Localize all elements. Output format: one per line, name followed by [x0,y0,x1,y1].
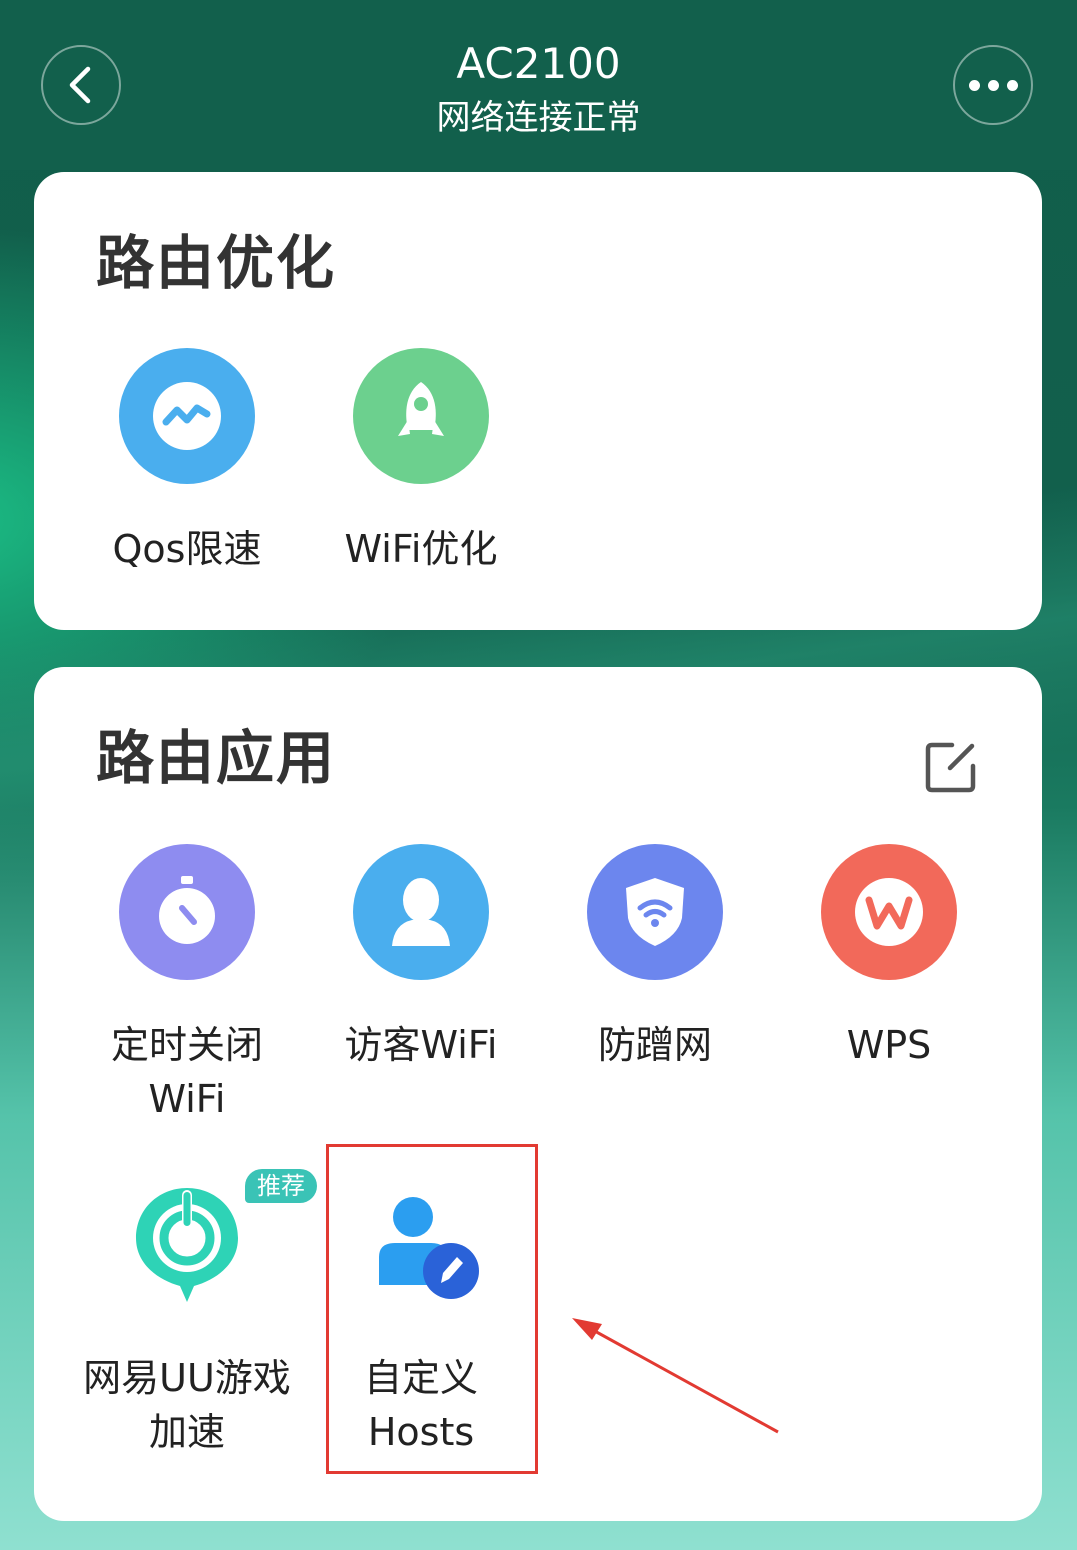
more-dots-icon [968,79,1018,91]
wps-label: WPS [846,1023,932,1067]
optimize-section-title: 路由优化 [96,229,337,297]
uu-accelerator-item[interactable]: 推荐 网易UU游戏 加速 [72,1169,317,1459]
timed-off-wifi-item[interactable]: 定时关闭 WiFi [72,844,302,1126]
anti-leech-label: 防蹭网 [597,1023,712,1067]
qos-label: Qos限速 [112,527,262,571]
uu-accelerator-icon: 推荐 [119,1169,317,1313]
guest-user-icon [353,844,489,980]
qos-item[interactable]: Qos限速 [72,348,302,576]
more-button[interactable] [953,45,1033,125]
timer-icon [119,844,255,980]
app-header: AC2100 网络连接正常 [0,0,1077,170]
wps-item[interactable]: WPS [774,844,1004,1072]
uu-accelerator-label: 网易UU游戏 加速 [83,1356,291,1454]
apps-card: 路由应用 定时关闭 WiFi 访客WiFi 防蹭网 WPS 推荐 网易UU游戏 … [34,667,1042,1521]
speed-chart-icon [119,348,255,484]
anti-leech-item[interactable]: 防蹭网 [540,844,770,1072]
timed-off-wifi-label: 定时关闭 WiFi [110,1023,263,1121]
wps-icon [821,844,957,980]
connection-status: 网络连接正常 [436,98,641,138]
page-title: AC2100 [456,39,621,88]
optimize-card: 路由优化 Qos限速 WiFi优化 [34,172,1042,630]
highlight-box [326,1144,538,1474]
guest-wifi-label: 访客WiFi [344,1023,498,1067]
pointer-arrow-icon [572,1318,779,1434]
wifi-optimize-label: WiFi优化 [344,527,498,571]
rocket-icon [353,348,489,484]
guest-wifi-item[interactable]: 访客WiFi [306,844,536,1072]
apps-section-title: 路由应用 [96,724,337,792]
wifi-optimize-item[interactable]: WiFi优化 [306,348,536,576]
wifi-shield-icon [587,844,723,980]
edit-icon[interactable] [924,740,978,794]
